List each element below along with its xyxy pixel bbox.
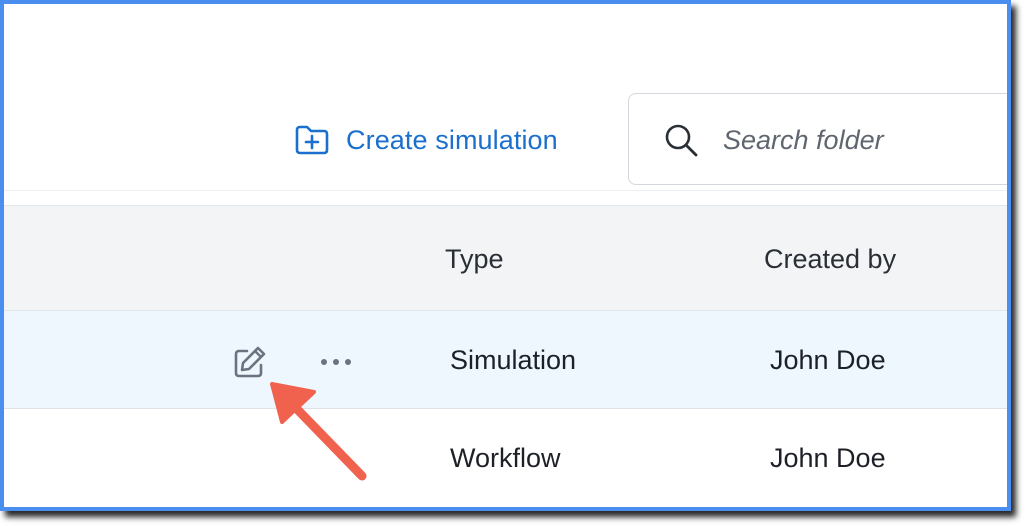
search-box[interactable] [628,93,1007,185]
app-window: Create simulation Type Created by Simula… [0,0,1011,511]
search-icon [665,124,698,157]
folder-plus-icon [295,125,329,155]
create-simulation-button[interactable]: Create simulation [294,120,558,160]
cell-type: Workflow [450,443,561,473]
column-header-created-by[interactable]: Created by [764,244,896,275]
table-row[interactable]: Simulation John Doe [4,311,1007,409]
toolbar-divider [4,190,1007,191]
cell-type: Simulation [450,345,577,375]
column-header-type[interactable]: Type [445,244,504,275]
more-options-icon[interactable] [318,355,354,369]
cell-created-by: John Doe [770,443,886,473]
table-row[interactable]: Workflow John Doe [4,409,1007,507]
toolbar: Create simulation [4,4,1007,190]
cell-created-by: John Doe [770,345,886,375]
search-input[interactable] [723,118,1003,162]
table-header: Type Created by [4,205,1007,311]
create-simulation-label: Create simulation [346,124,558,155]
edit-icon[interactable] [231,345,267,381]
